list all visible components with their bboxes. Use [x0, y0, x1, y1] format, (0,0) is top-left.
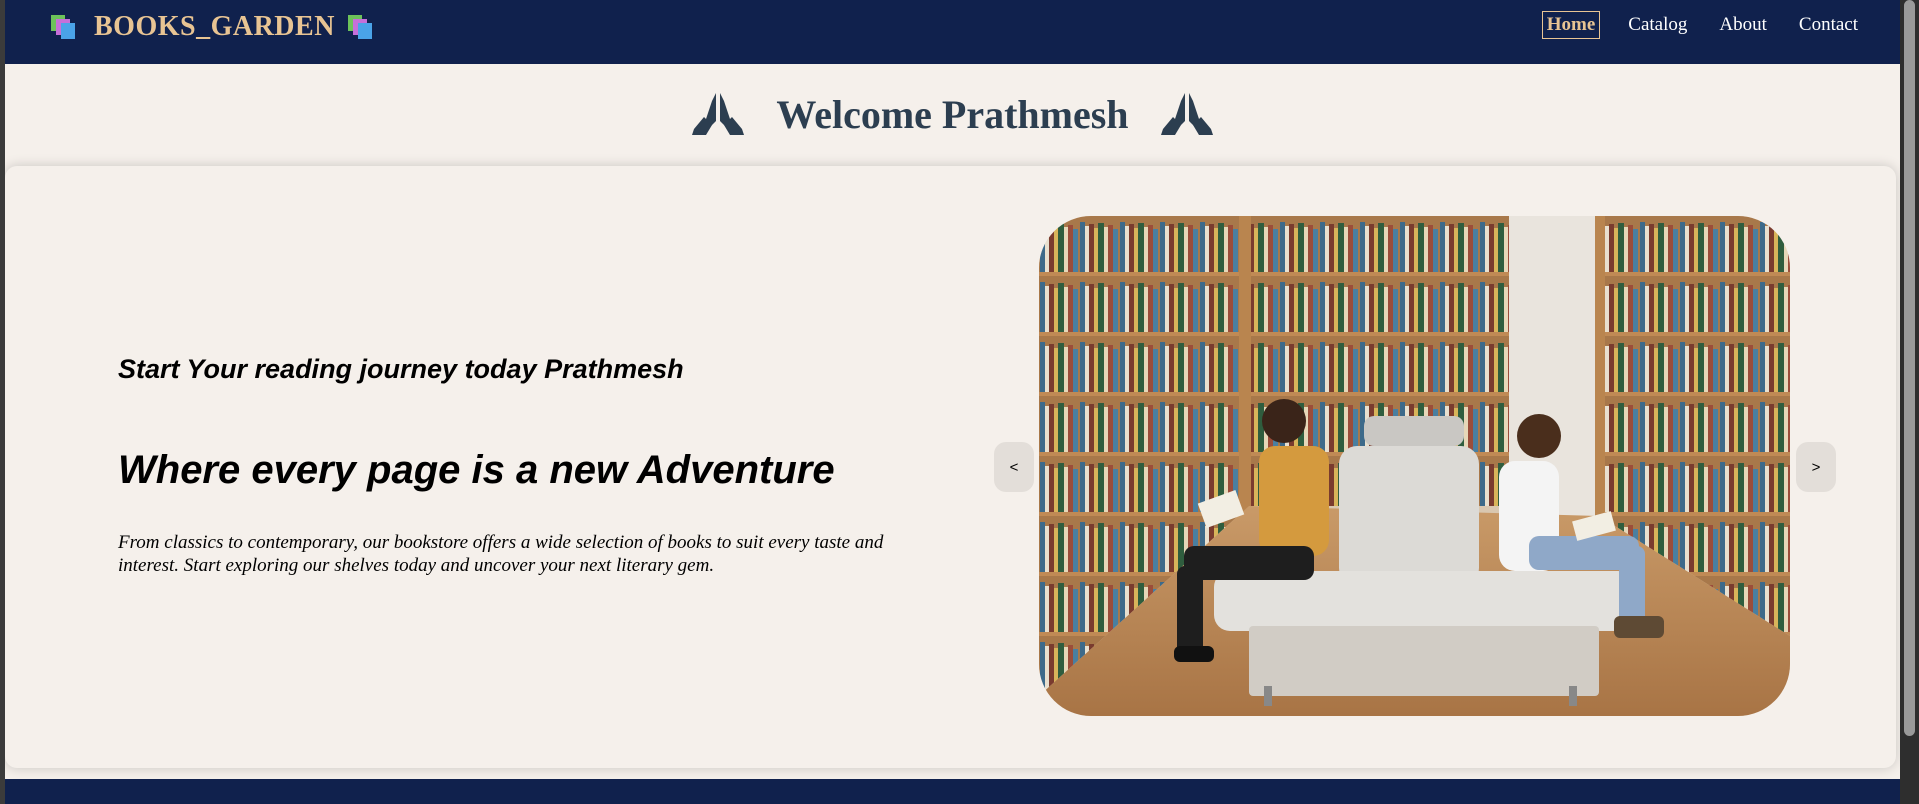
- carousel-slide-image: [1039, 216, 1790, 716]
- brand[interactable]: BOOKS_GARDEN: [50, 10, 379, 44]
- nav-links: Home Catalog About Contact: [1541, 9, 1862, 40]
- scrollbar-thumb[interactable]: [1904, 0, 1915, 736]
- nav-link-about[interactable]: About: [1715, 12, 1771, 38]
- nav-link-home[interactable]: Home: [1541, 10, 1601, 39]
- footer-bar: [5, 779, 1900, 804]
- nav-link-contact[interactable]: Contact: [1795, 12, 1862, 38]
- books-icon: [51, 15, 75, 39]
- hero-description: From classics to contemporary, our books…: [118, 532, 884, 576]
- nav-link-catalog[interactable]: Catalog: [1624, 12, 1691, 38]
- carousel-next-button[interactable]: >: [1796, 442, 1836, 492]
- welcome-banner: Welcome Prathmesh: [5, 64, 1900, 164]
- praying-hands-icon: [692, 93, 745, 135]
- page: BOOKS_GARDEN Home Catalog About Contact …: [5, 0, 1900, 804]
- navbar: BOOKS_GARDEN Home Catalog About Contact: [5, 0, 1900, 64]
- brand-name: BOOKS_GARDEN: [94, 11, 335, 42]
- praying-hands-icon: [1160, 93, 1213, 135]
- vertical-scrollbar[interactable]: [1900, 0, 1919, 804]
- carousel-prev-button[interactable]: <: [994, 442, 1034, 492]
- hero-tagline: Start Your reading journey today Prathme…: [118, 354, 684, 384]
- hero-headline: Where every page is a new Adventure: [118, 448, 835, 492]
- library-reading-photo: [1039, 216, 1790, 716]
- welcome-heading: Welcome Prathmesh: [776, 91, 1129, 137]
- hero-section: Start Your reading journey today Prathme…: [5, 166, 1896, 768]
- books-icon: [347, 15, 372, 39]
